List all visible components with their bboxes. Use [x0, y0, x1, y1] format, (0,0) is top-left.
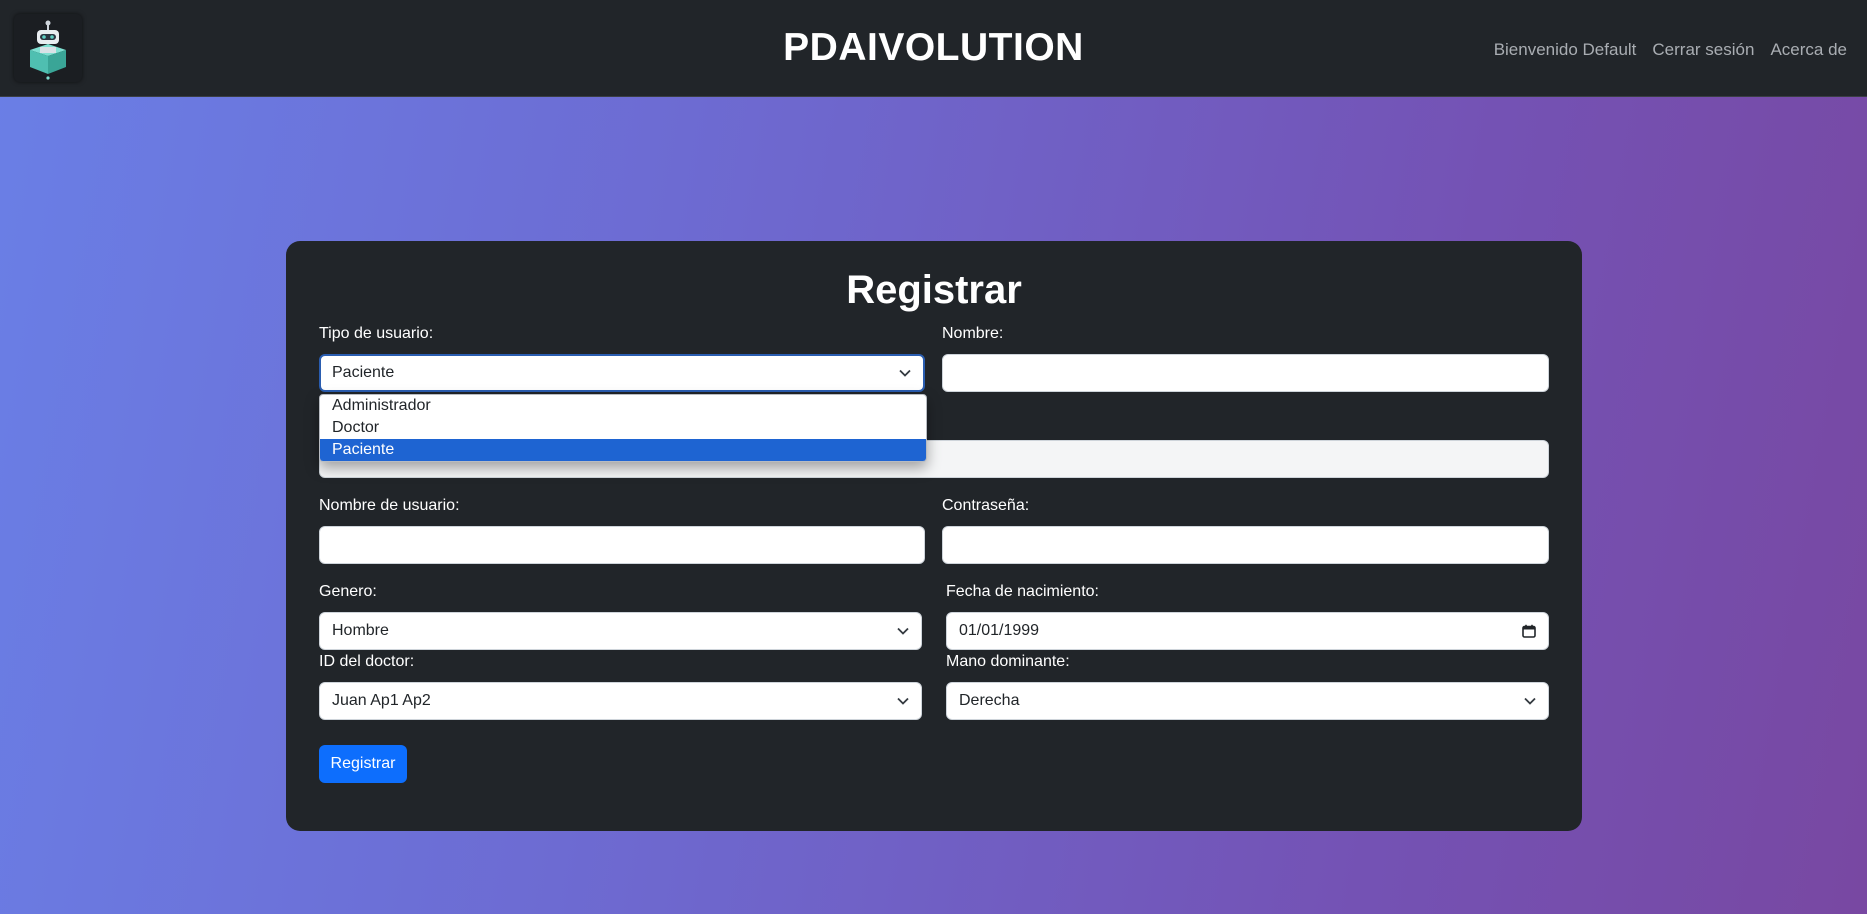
register-card: Registrar Tipo de usuario: Paciente Nomb…	[286, 241, 1582, 831]
name-input[interactable]	[942, 354, 1549, 392]
register-button[interactable]: Registrar	[319, 745, 407, 783]
dominant-hand-label: Mano dominante:	[946, 653, 1070, 670]
nav-link-welcome[interactable]: Bienvenido Default	[1494, 40, 1637, 60]
gender-value: Hombre	[332, 622, 389, 639]
birthdate-label: Fecha de nacimiento:	[946, 583, 1099, 600]
dominant-hand-value: Derecha	[959, 692, 1020, 709]
page-title: Registrar	[846, 268, 1022, 312]
doctor-id-value: Juan Ap1 Ap2	[332, 692, 431, 709]
username-input[interactable]	[319, 526, 925, 564]
password-label: Contraseña:	[942, 497, 1030, 514]
birthdate-input[interactable]: 01/01/1999	[946, 612, 1549, 650]
username-label: Nombre de usuario:	[319, 497, 460, 514]
nav-link-about[interactable]: Acerca de	[1770, 40, 1847, 60]
option-doctor[interactable]: Doctor	[320, 417, 926, 439]
doctor-id-select[interactable]: Juan Ap1 Ap2	[319, 682, 922, 720]
dominant-hand-select[interactable]: Derecha	[946, 682, 1549, 720]
birthdate-value: 01/01/1999	[959, 622, 1040, 639]
option-paciente[interactable]: Paciente	[320, 439, 926, 461]
chevron-down-icon	[1524, 697, 1536, 705]
name-label: Nombre:	[942, 325, 1004, 342]
doctor-id-label: ID del doctor:	[319, 653, 415, 670]
user-type-dropdown: Administrador Doctor Paciente	[319, 394, 927, 462]
nav-links: Bienvenido Default Cerrar sesión Acerca …	[1494, 40, 1847, 60]
chevron-down-icon	[897, 697, 909, 705]
navbar: PDAIVOLUTION Bienvenido Default Cerrar s…	[0, 0, 1867, 97]
user-type-value: Paciente	[332, 364, 395, 381]
chevron-down-icon	[899, 369, 911, 377]
nav-link-logout[interactable]: Cerrar sesión	[1652, 40, 1754, 60]
gender-label: Genero:	[319, 583, 377, 600]
option-administrador[interactable]: Administrador	[320, 395, 926, 417]
user-type-select[interactable]: Paciente	[319, 354, 925, 392]
gender-select[interactable]: Hombre	[319, 612, 922, 650]
password-input[interactable]	[942, 526, 1549, 564]
user-type-label: Tipo de usuario:	[319, 325, 434, 342]
chevron-down-icon	[897, 627, 909, 635]
calendar-icon[interactable]	[1522, 624, 1536, 638]
